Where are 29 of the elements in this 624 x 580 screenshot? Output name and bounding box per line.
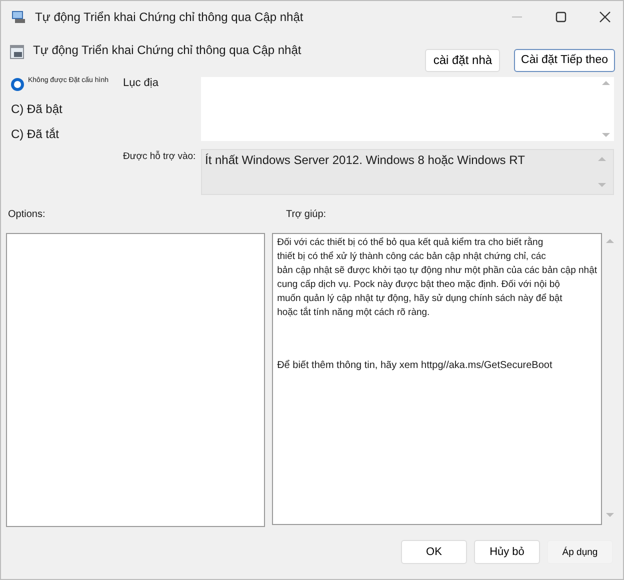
help-text-line: bản cập nhật sẽ được khởi tạo tự động như một phần của các bản cập nhật: [277, 264, 597, 278]
policy-icon: [9, 44, 25, 60]
dialog-button[interactable]: OK: [401, 540, 467, 564]
help-text-line: thiết bị có thể xử lý thành công các bản cập nhật chứng chỉ, các: [277, 250, 547, 264]
dialog-button[interactable]: Hủy bỏ: [474, 540, 540, 564]
nav-button[interactable]: Cài đặt Tiếp theo: [514, 48, 615, 72]
help-text-line: Đối với các thiết bị có thể bỏ qua kết quả kiểm tra cho biết rằng: [277, 236, 544, 250]
help-text-line: muốn quản lý cập nhật tự động, hãy sử dụng chính sách này để bật: [277, 292, 564, 306]
window-title: Tự động Triển khai Chứng chỉ thông qua Cập nhật: [35, 10, 304, 24]
comment-label: Lục địa: [123, 77, 160, 91]
help-footer-text: Để biết thêm thông tin, hãy xem httpg//aka.ms/GetSecureBoot: [277, 360, 554, 371]
radio-button[interactable]: [11, 78, 24, 90]
options-label: Options:: [8, 209, 46, 220]
dialog-button[interactable]: Áp dụng: [547, 540, 613, 564]
comment-field[interactable]: [201, 77, 614, 141]
nav-button[interactable]: cài đặt nhà: [425, 48, 500, 72]
close-icon[interactable]: [599, 11, 611, 23]
supported-text: Ít nhất Windows Server 2012. Windows 8 hoặc Windows RT: [205, 153, 526, 169]
supported-label: Được hỗ trợ vào:: [123, 151, 197, 164]
app-icon: [11, 10, 27, 24]
radio-label[interactable]: C) Đã tắt: [11, 127, 60, 141]
radio-label[interactable]: C) Đã bật: [11, 102, 62, 116]
help-text-line: hoặc tắt tính năng một cách rõ ràng.: [277, 306, 431, 320]
maximize-icon[interactable]: [555, 11, 567, 23]
scrollbar-drawing: [601, 79, 611, 139]
scrollbar-drawing: [597, 155, 607, 189]
policy-title: Tự động Triển khai Chứng chỉ thông qua Cập nhật: [33, 43, 302, 57]
help-label: Trợ giúp:: [286, 209, 326, 220]
help-text-line: cung cấp dịch vụ. Pock này được bật theo mặc định. Đối với nội bộ: [277, 278, 561, 292]
